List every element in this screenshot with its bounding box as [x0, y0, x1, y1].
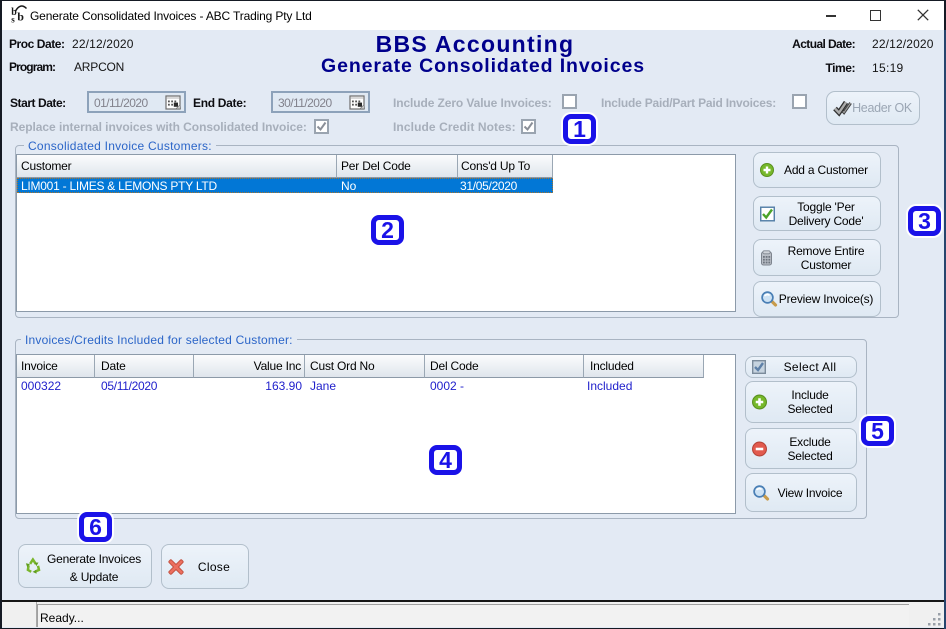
svg-text:s: s: [11, 14, 15, 24]
svg-text:b: b: [17, 10, 24, 24]
